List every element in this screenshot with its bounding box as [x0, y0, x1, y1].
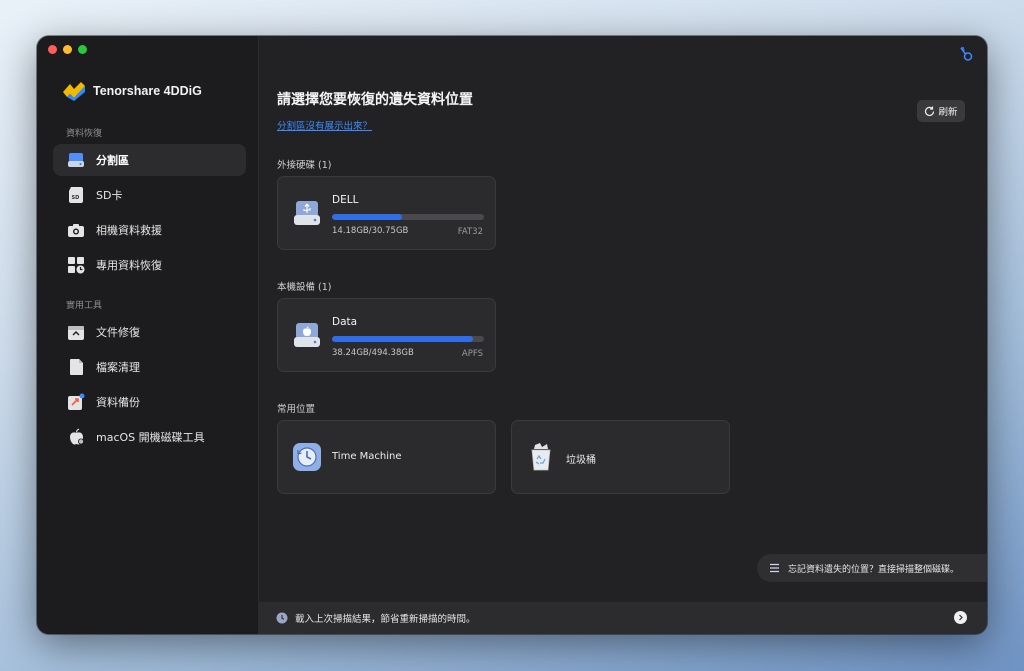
drive-usage-bar: [332, 336, 484, 342]
sidebar-item-macos-boot[interactable]: macOS 開機磁碟工具: [53, 421, 246, 453]
window-controls: [48, 45, 87, 54]
minimize-window-button[interactable]: [63, 45, 72, 54]
location-name: Time Machine: [332, 451, 402, 462]
sidebar-item-label: 分割區: [96, 154, 129, 167]
sidebar-item-camera[interactable]: 相機資料救援: [53, 214, 246, 246]
drive-filesystem: APFS: [461, 349, 483, 359]
brand: Tenorshare 4DDiG: [61, 80, 202, 102]
apple-icon: [66, 427, 86, 447]
sidebar-item-sd-card[interactable]: SD SD卡: [53, 179, 246, 211]
sd-card-icon: SD: [66, 185, 86, 205]
drive-icon: [66, 150, 86, 170]
drive-filesystem: FAT32: [457, 227, 483, 237]
location-card-time-machine[interactable]: Time Machine: [277, 420, 496, 494]
drive-card-dell[interactable]: DELL 14.18GB/30.75GB FAT32: [277, 176, 496, 250]
camera-icon: [66, 220, 86, 240]
internal-drive-icon: [294, 323, 320, 347]
chevron-right-icon[interactable]: [954, 611, 967, 624]
scan-whole-disk-hint[interactable]: 忘記資料遺失的位置？直接掃描整個磁碟。: [757, 554, 987, 582]
refresh-button[interactable]: 刷新: [917, 100, 965, 122]
close-window-button[interactable]: [48, 45, 57, 54]
drive-usage-bar: [332, 214, 484, 220]
sidebar-item-label: SD卡: [96, 189, 123, 202]
drive-usage-fill: [332, 214, 403, 220]
sidebar-item-file-cleanup[interactable]: 檔案清理: [53, 351, 246, 383]
trash-icon: [531, 443, 551, 471]
drive-size: 38.24GB/494.38GB: [332, 348, 414, 358]
drive-card-data[interactable]: Data 38.24GB/494.38GB APFS: [277, 298, 496, 372]
time-machine-icon: [293, 443, 321, 471]
partition-missing-link[interactable]: 分割區沒有展示出來？: [277, 118, 372, 132]
file-cleanup-icon: [66, 357, 86, 377]
sidebar-item-file-repair[interactable]: 文件修復: [53, 316, 246, 348]
sidebar-item-partition[interactable]: 分割區: [53, 144, 246, 176]
hint-text: 忘記資料遺失的位置？直接掃描整個磁碟。: [788, 564, 960, 575]
sidebar-item-label: macOS 開機磁碟工具: [96, 431, 205, 444]
sidebar-item-label: 文件修復: [96, 326, 140, 339]
section-label-tools: 實用工具: [66, 301, 103, 311]
clock-icon: [276, 612, 288, 624]
load-last-scan-bar[interactable]: 載入上次掃描結果，節省重新掃描的時間。: [259, 602, 987, 634]
load-last-scan-text: 載入上次掃描結果，節省重新掃描的時間。: [295, 614, 476, 625]
file-repair-icon: [66, 322, 86, 342]
sidebar-item-label: 相機資料救援: [96, 224, 162, 237]
list-icon: [770, 563, 779, 573]
register-key-icon[interactable]: [959, 46, 973, 62]
drive-name: DELL: [332, 194, 359, 206]
sidebar: Tenorshare 4DDiG 資料恢復 分割區 SD SD卡 相機資料救援: [37, 36, 259, 634]
drive-name: Data: [332, 316, 358, 328]
svg-text:SD: SD: [72, 195, 80, 201]
location-card-trash[interactable]: 垃圾桶: [511, 420, 730, 494]
drive-size: 14.18GB/30.75GB: [332, 226, 409, 236]
refresh-label: 刷新: [938, 107, 958, 118]
group-label-external: 外接硬碟 (1): [277, 160, 332, 171]
app-logo-icon: [63, 82, 85, 101]
group-label-common: 常用位置: [277, 404, 316, 415]
sidebar-item-backup[interactable]: 資料備份: [53, 386, 246, 418]
zoom-window-button[interactable]: [78, 45, 87, 54]
app-name: Tenorshare 4DDiG: [93, 84, 202, 98]
page-title: 請選擇您要恢復的遺失資料位置: [277, 92, 473, 108]
sidebar-item-label: 檔案清理: [96, 361, 140, 374]
location-name: 垃圾桶: [566, 455, 596, 466]
sidebar-item-label: 專用資料恢復: [96, 259, 162, 272]
usb-drive-icon: [294, 201, 320, 225]
drive-usage-fill: [332, 336, 474, 342]
app-window: Tenorshare 4DDiG 資料恢復 分割區 SD SD卡 相機資料救援: [37, 36, 987, 634]
sidebar-item-special-recovery[interactable]: 專用資料恢復: [53, 249, 246, 281]
sidebar-item-label: 資料備份: [96, 396, 140, 409]
backup-icon: [66, 392, 86, 412]
refresh-icon: [925, 106, 935, 116]
section-label-recovery: 資料恢復: [66, 129, 103, 139]
main-panel: 請選擇您要恢復的遺失資料位置 分割區沒有展示出來？ 刷新 外接硬碟 (1) DE…: [259, 36, 987, 634]
group-label-local: 本機設備 (1): [277, 282, 332, 293]
special-recovery-icon: [66, 255, 86, 275]
